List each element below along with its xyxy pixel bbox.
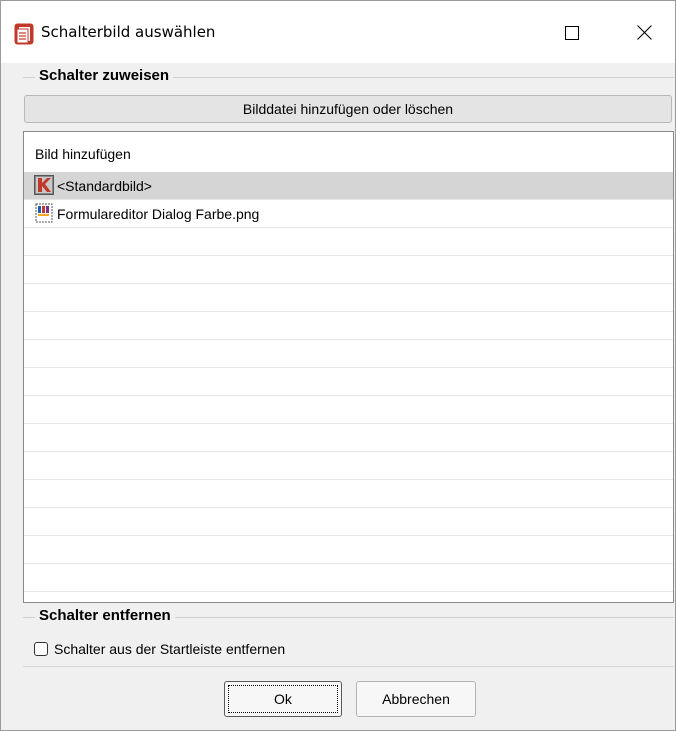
empty-row [24,564,673,592]
standard-image-icon [34,175,54,195]
ok-button[interactable]: Ok [224,681,342,717]
empty-row [24,228,673,256]
empty-row [24,312,673,340]
remove-from-startbar-label[interactable]: Schalter aus der Startleiste entfernen [54,641,285,657]
empty-row [24,508,673,536]
maximize-icon [565,25,579,43]
remove-section-title: Schalter entfernen [35,607,175,624]
title-bar[interactable]: Schalterbild auswählen [1,1,675,63]
empty-row [24,536,673,564]
assign-section-title: Schalter zuweisen [35,67,174,84]
empty-row [24,256,673,284]
close-icon [636,25,652,43]
list-rows: <Standardbild> Formulareditor Dialog Far… [24,172,673,592]
dialog-window: Schalterbild auswählen Schalter zuweisen… [0,0,676,731]
list-item-label: Formulareditor Dialog Farbe.png [57,206,260,222]
cancel-button[interactable]: Abbrechen [356,681,476,717]
empty-row [24,424,673,452]
empty-row [24,368,673,396]
list-item-standard-image[interactable]: <Standardbild> [24,172,673,200]
add-or-delete-image-button[interactable]: Bilddatei hinzufügen oder löschen [24,95,672,123]
list-header[interactable]: Bild hinzufügen [24,132,673,172]
empty-row [24,452,673,480]
empty-row [24,284,673,312]
empty-row [24,480,673,508]
window-title: Schalterbild auswählen [41,23,216,41]
document-stack-icon [14,23,34,45]
list-item-formulareditor[interactable]: Formulareditor Dialog Farbe.png [24,200,673,228]
close-button[interactable] [621,11,667,57]
image-listbox[interactable]: Bild hinzufügen <Standardbild> Formulare… [23,131,674,603]
ok-button-label: Ok [274,691,292,707]
empty-row [24,396,673,424]
maximize-button[interactable] [549,11,595,57]
remove-from-startbar-option[interactable]: Schalter aus der Startleiste entfernen [34,639,285,659]
list-item-label: <Standardbild> [57,178,152,194]
empty-row [24,340,673,368]
remove-from-startbar-checkbox[interactable] [34,642,48,656]
png-image-icon [34,203,54,223]
footer-divider [23,666,674,667]
